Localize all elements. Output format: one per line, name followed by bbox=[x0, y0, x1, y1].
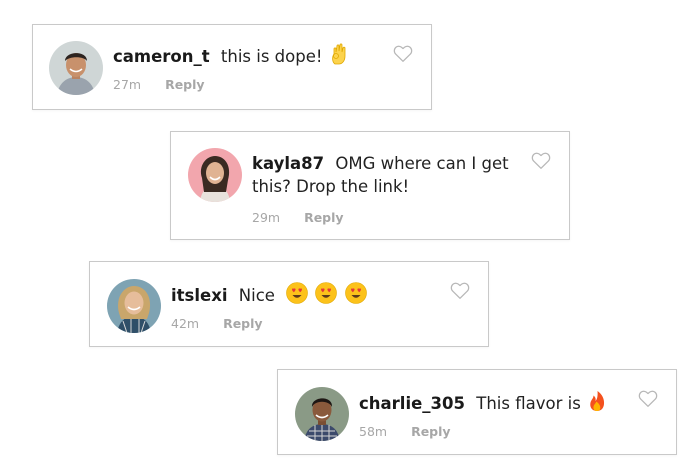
heart-outline-icon[interactable] bbox=[638, 390, 658, 408]
username[interactable]: cameron_t bbox=[113, 47, 210, 66]
comment-meta: 27m Reply bbox=[113, 77, 383, 92]
reply-button[interactable]: Reply bbox=[304, 210, 343, 225]
reply-button[interactable]: Reply bbox=[223, 316, 262, 331]
comment-card: itslexi Nice 42m Reply bbox=[89, 261, 489, 347]
heart-outline-icon[interactable] bbox=[393, 45, 413, 63]
timestamp: 42m bbox=[171, 316, 200, 331]
comment-text-line: charlie_305 This flavor is bbox=[359, 390, 628, 418]
comment-card: charlie_305 This flavor is 58m Reply bbox=[277, 369, 677, 455]
username[interactable]: charlie_305 bbox=[359, 394, 465, 413]
comment-card: cameron_t this is dope! 27m Reply bbox=[32, 24, 432, 110]
comment-text-line: itslexi Nice bbox=[171, 282, 440, 310]
avatar[interactable] bbox=[49, 41, 103, 95]
timestamp: 27m bbox=[113, 77, 142, 92]
comment-text-line: kayla87 OMG where can I get this? Drop t… bbox=[252, 152, 521, 198]
comment-text-line: cameron_t this is dope! bbox=[113, 43, 383, 71]
avatar[interactable] bbox=[188, 148, 242, 202]
username[interactable]: kayla87 bbox=[252, 154, 324, 173]
username[interactable]: itslexi bbox=[171, 286, 228, 305]
comment-text: Nice bbox=[238, 286, 275, 305]
comment-body: kayla87 OMG where can I get this? Drop t… bbox=[252, 152, 521, 225]
heart-eyes-emoji-icon bbox=[286, 282, 308, 310]
comment-card: kayla87 OMG where can I get this? Drop t… bbox=[170, 131, 570, 240]
comment-meta: 42m Reply bbox=[171, 316, 440, 331]
heart-outline-icon[interactable] bbox=[531, 152, 551, 170]
heart-outline-icon[interactable] bbox=[450, 282, 470, 300]
fire-emoji-icon bbox=[588, 390, 606, 418]
comment-meta: 58m Reply bbox=[359, 424, 628, 439]
timestamp: 29m bbox=[252, 210, 281, 225]
comment-body: itslexi Nice 42m Reply bbox=[171, 282, 440, 331]
heart-eyes-emoji-icon bbox=[344, 282, 367, 310]
ok-hand-emoji-icon bbox=[330, 43, 348, 71]
reply-button[interactable]: Reply bbox=[411, 424, 450, 439]
comment-text: This flavor is bbox=[476, 394, 581, 413]
reply-button[interactable]: Reply bbox=[165, 77, 204, 92]
avatar[interactable] bbox=[107, 279, 161, 333]
timestamp: 58m bbox=[359, 424, 388, 439]
heart-eyes-emoji-icon bbox=[315, 282, 338, 310]
comment-text: this is dope! bbox=[220, 47, 323, 66]
comment-body: charlie_305 This flavor is 58m Reply bbox=[359, 390, 628, 439]
avatar[interactable] bbox=[295, 387, 349, 441]
comment-meta: 29m Reply bbox=[252, 210, 521, 225]
comment-body: cameron_t this is dope! 27m Reply bbox=[113, 43, 383, 92]
